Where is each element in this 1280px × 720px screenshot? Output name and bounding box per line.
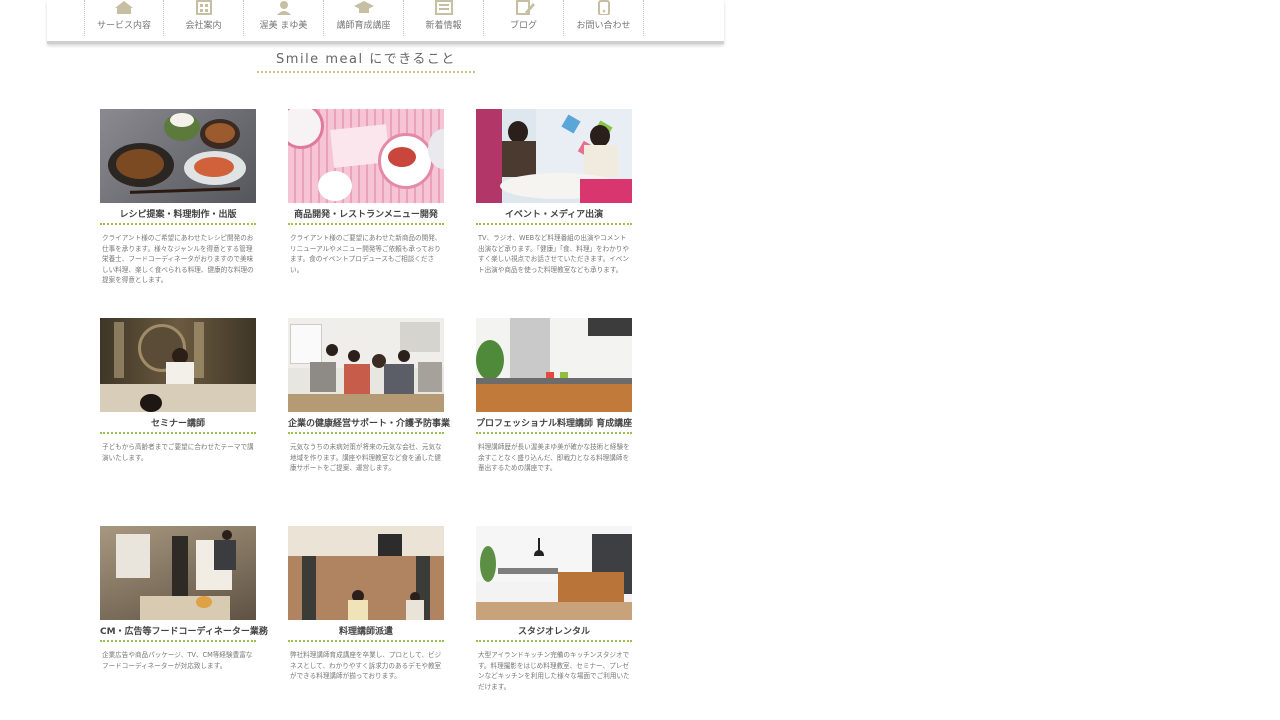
card-description: 大型アイランドキッチン完備のキッチンスタジオです。料理撮影をはじめ料理教室、セミ… — [478, 651, 630, 691]
service-card-instructor-course[interactable]: プロフェッショナル料理講師 育成講座 料理講師歴が長い渥美まゆ美が確かな技術と経… — [476, 318, 632, 474]
card-divider — [476, 432, 632, 434]
service-card-media[interactable]: イベント・メディア出演 TV、ラジオ、WEBなど料理番組の出演やコメント出演など… — [476, 109, 632, 275]
classroom-photo — [288, 318, 444, 412]
card-title: セミナー講師 — [150, 419, 205, 429]
nav-item-services[interactable]: サービス内容 — [84, 0, 164, 36]
nav-label: 新着情報 — [425, 21, 462, 31]
nav-label: 講師育成講座 — [336, 21, 391, 31]
card-description: 弊社料理講師育成講座を卒業し、プロとして、ビジネスとして、わかりやすく訴求力のあ… — [290, 651, 442, 680]
newspaper-icon — [434, 0, 453, 15]
card-title: プロフェッショナル料理講師 育成講座 — [476, 419, 633, 429]
card-description: クライアント様のご希望にあわせたレシピ開発のお仕事を承ります。様々なジャンルを得… — [102, 234, 254, 284]
card-title: イベント・メディア出演 — [504, 210, 604, 220]
card-divider — [476, 640, 632, 642]
top-navigation: サービス内容 会社案内 渥美 まゆ美 講師育成講座 新着情報 ブログ お問い合わ… — [47, 0, 724, 44]
phone-icon — [597, 0, 610, 15]
nav-label: 会社案内 — [185, 21, 222, 31]
service-card-studio-rental[interactable]: スタジオレンタル 大型アイランドキッチン完備のキッチンスタジオです。料理撮影をは… — [476, 526, 632, 692]
card-divider — [288, 223, 444, 225]
nav-label: ブログ — [509, 21, 537, 31]
nav-item-news[interactable]: 新着情報 — [404, 0, 484, 36]
card-title: CM・広告等フードコーディネーター業務 — [100, 627, 268, 637]
card-description: 元気なうちの未病対策が将来の元気な会社、元気な地域を作ります。講座や料理教室など… — [290, 443, 442, 472]
card-description: クライアント様のご要望にあわせた新商品の開発、リニューアルやメニュー開発等ご依頼… — [290, 234, 442, 274]
service-card-corporate-health[interactable]: 企業の健康経営サポート・介護予防事業 元気なうちの未病対策が将来の元気な会社、元… — [288, 318, 451, 474]
photo-shoot-photo — [100, 526, 256, 620]
nav-item-contact[interactable]: お問い合わせ — [564, 0, 644, 36]
nav-item-company[interactable]: 会社案内 — [164, 0, 244, 36]
page: サービス内容 会社案内 渥美 まゆ美 講師育成講座 新着情報 ブログ お問い合わ… — [47, 0, 724, 720]
card-title: スタジオレンタル — [517, 627, 590, 637]
card-title: 商品開発・レストランメニュー開発 — [294, 210, 438, 220]
service-card-recipe[interactable]: レシピ提案・料理制作・出版 クライアント様のご希望にあわせたレシピ開発のお仕事を… — [100, 109, 256, 286]
pink-table-photo — [288, 109, 444, 203]
nav-item-blog[interactable]: ブログ — [484, 0, 564, 36]
kitchen-photo — [476, 318, 632, 412]
building-icon — [195, 0, 212, 15]
cooking-class-photo — [288, 526, 444, 620]
service-card-seminar[interactable]: セミナー講師 子どもから高齢者までご要望に合わせたテーマで講演いたします。 — [100, 318, 256, 463]
service-card-food-coordination[interactable]: CM・広告等フードコーディネーター業務 企業広告や商品パッケージ、TV、CM等経… — [100, 526, 268, 671]
tv-studio-photo — [476, 109, 632, 203]
card-title: 料理講師派遣 — [338, 627, 393, 637]
card-divider — [288, 640, 444, 642]
nav-label: サービス内容 — [96, 21, 151, 31]
card-divider — [288, 432, 444, 434]
studio-photo — [476, 526, 632, 620]
card-divider — [100, 223, 256, 225]
food-plate-photo — [100, 109, 256, 203]
nav-item-course[interactable]: 講師育成講座 — [324, 0, 404, 36]
card-description: 子どもから高齢者までご要望に合わせたテーマで講演いたします。 — [102, 443, 254, 462]
hat-icon — [353, 1, 374, 13]
card-title: 企業の健康経営サポート・介護予防事業 — [288, 419, 451, 429]
card-description: 料理講師歴が長い渥美まゆ美が確かな技術と経験を余すことなく盛り込んだ、即戦力とな… — [478, 443, 630, 472]
house-icon — [115, 1, 133, 14]
section-title: Smile meal にできること — [276, 52, 456, 67]
service-card-product-development[interactable]: 商品開発・レストランメニュー開発 クライアント様のご要望にあわせた新商品の開発、… — [288, 109, 444, 275]
pencil-icon — [515, 0, 535, 15]
nav-label: お問い合わせ — [576, 21, 631, 31]
card-title: レシピ提案・料理制作・出版 — [119, 210, 237, 220]
card-divider — [100, 640, 256, 642]
card-description: TV、ラジオ、WEBなど料理番組の出演やコメント出演など承ります。「健康」「食、… — [478, 234, 629, 274]
seminar-photo — [100, 318, 256, 412]
card-divider — [476, 223, 632, 225]
person-icon — [276, 1, 291, 15]
section-divider — [257, 71, 475, 73]
nav-item-profile[interactable]: 渥美 まゆ美 — [244, 0, 324, 36]
card-description: 企業広告や商品パッケージ、TV、CM等経験豊富なフードコーディネーターが対応致し… — [102, 651, 253, 670]
nav-label: 渥美 まゆ美 — [259, 21, 308, 31]
card-divider — [100, 432, 256, 434]
service-card-instructor-dispatch[interactable]: 料理講師派遣 弊社料理講師育成講座を卒業し、プロとして、ビジネスとして、わかりや… — [288, 526, 444, 682]
